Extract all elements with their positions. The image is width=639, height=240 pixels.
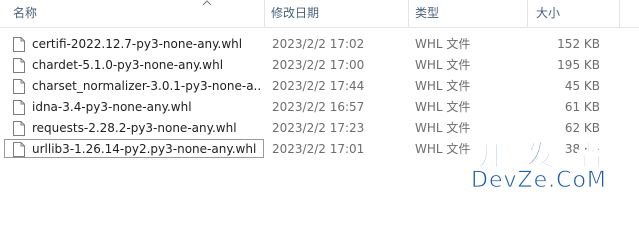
site-watermark: 开 发 者 DevZe.CoM — [471, 134, 633, 198]
file-name: certifi-2022.12.7-py3-none-any.whl — [32, 37, 243, 51]
file-name: urllib3-1.26.14-py2.py3-none-any.whl — [32, 142, 257, 156]
column-header-size[interactable]: 大小 — [536, 0, 560, 27]
file-date: 2023/2/2 17:23 — [272, 121, 365, 135]
file-size: 195 KB — [557, 58, 600, 72]
file-icon — [13, 58, 25, 73]
file-name: idna-3.4-py3-none-any.whl — [32, 100, 192, 114]
file-icon — [13, 37, 25, 52]
file-size: 61 KB — [564, 100, 600, 114]
file-size: 45 KB — [564, 79, 600, 93]
file-name: charset_normalizer-3.0.1-py3-none-a... — [32, 79, 260, 93]
column-divider[interactable] — [527, 0, 528, 27]
file-type: WHL 文件 — [415, 37, 471, 51]
file-row[interactable]: chardet-5.1.0-py3-none-any.whl 2023/2/2 … — [0, 55, 639, 76]
file-row[interactable]: charset_normalizer-3.0.1-py3-none-a... 2… — [0, 76, 639, 97]
file-row[interactable]: idna-3.4-py3-none-any.whl 2023/2/2 16:57… — [0, 97, 639, 118]
column-divider[interactable] — [408, 0, 409, 27]
file-row[interactable]: certifi-2022.12.7-py3-none-any.whl 2023/… — [0, 34, 639, 55]
file-date: 2023/2/2 17:01 — [272, 142, 365, 156]
file-date: 2023/2/2 16:57 — [272, 100, 365, 114]
column-header-type[interactable]: 类型 — [415, 0, 439, 27]
file-icon — [13, 142, 25, 157]
file-type: WHL 文件 — [415, 79, 471, 93]
chevron-up-icon — [202, 0, 212, 6]
file-icon — [13, 79, 25, 94]
column-header-name[interactable]: 名称 — [13, 0, 37, 27]
file-type: WHL 文件 — [415, 58, 471, 72]
file-name: chardet-5.1.0-py3-none-any.whl — [32, 58, 224, 72]
column-divider[interactable] — [619, 0, 620, 27]
file-date: 2023/2/2 17:00 — [272, 58, 365, 72]
file-date: 2023/2/2 17:02 — [272, 37, 365, 51]
file-name: requests-2.28.2-py3-none-any.whl — [32, 121, 237, 135]
column-divider[interactable] — [264, 0, 265, 27]
column-header-date[interactable]: 修改日期 — [271, 0, 319, 27]
file-icon — [13, 121, 25, 136]
column-header-bar: 名称 修改日期 类型 大小 — [0, 0, 639, 28]
file-date: 2023/2/2 17:44 — [272, 79, 365, 93]
file-icon — [13, 100, 25, 115]
file-size: 152 KB — [557, 37, 600, 51]
file-type: WHL 文件 — [415, 100, 471, 114]
watermark-line2: DevZe.CoM — [471, 168, 607, 194]
